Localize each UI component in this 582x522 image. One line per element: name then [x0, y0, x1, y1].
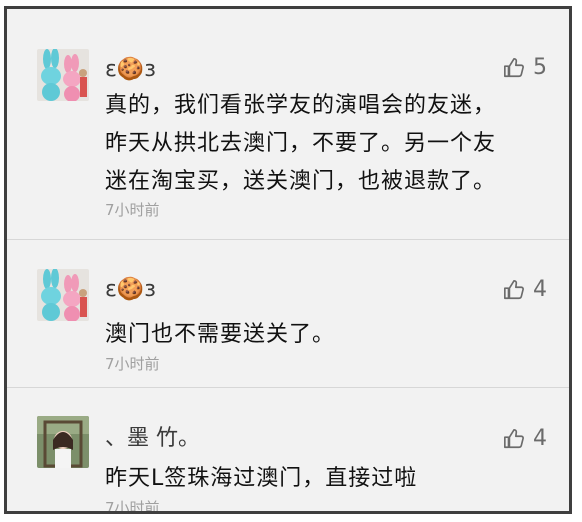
girl-photo-avatar-icon[interactable]	[37, 416, 89, 468]
comment-text-line: 迷在淘宝买，送关澳门，也被退款了。	[105, 169, 497, 194]
like-count: 4	[533, 426, 547, 451]
like-button[interactable]: 5	[503, 55, 547, 81]
comment-text: 真的，我们看张学友的演唱会的友迷， 昨天从拱北去澳门，不要了。另一个友 迷在淘宝…	[105, 87, 539, 201]
like-count: 4	[533, 277, 547, 302]
thumbs-up-icon	[503, 57, 525, 79]
username[interactable]: 、墨 竹。	[105, 426, 200, 452]
comment-list: ε🍪з 5 真的，我们看张学友的演唱会的友迷， 昨天从拱北去澳门，不要了。另一个…	[4, 6, 572, 514]
timestamp: 7小时前	[105, 499, 160, 514]
bunny-avatar-icon[interactable]	[37, 269, 89, 321]
username[interactable]: ε🍪з	[105, 57, 156, 83]
comment-text: 澳门也不需要送关了。	[105, 316, 539, 354]
timestamp: 7小时前	[105, 355, 160, 373]
like-button[interactable]: 4	[503, 277, 547, 303]
like-button[interactable]: 4	[503, 426, 547, 452]
comment-text-line: 昨天从拱北去澳门，不要了。另一个友	[105, 131, 497, 156]
comment-item: ε🍪з 4 澳门也不需要送关了。 7小时前	[7, 240, 569, 385]
thumbs-up-icon	[503, 279, 525, 301]
username[interactable]: ε🍪з	[105, 277, 156, 303]
comment-text-line: 昨天L签珠海过澳门，直接过啦	[105, 466, 418, 491]
comment-text-line: 澳门也不需要送关了。	[105, 322, 336, 347]
comment-item: ε🍪з 5 真的，我们看张学友的演唱会的友迷， 昨天从拱北去澳门，不要了。另一个…	[7, 9, 569, 239]
comment-item: 、墨 竹。 4 昨天L签珠海过澳门，直接过啦 7小时前	[7, 388, 569, 514]
comment-text-line: 真的，我们看张学友的演唱会的友迷，	[105, 93, 497, 118]
timestamp: 7小时前	[105, 201, 160, 219]
like-count: 5	[533, 55, 547, 80]
comment-text: 昨天L签珠海过澳门，直接过啦	[105, 460, 539, 498]
thumbs-up-icon	[503, 428, 525, 450]
bunny-avatar-icon[interactable]	[37, 49, 89, 101]
